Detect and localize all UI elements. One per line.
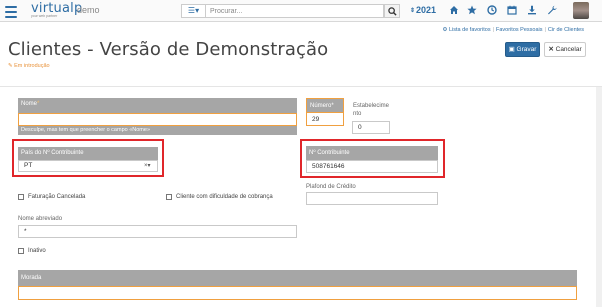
year-selector[interactable]: ⇕2021 — [410, 5, 436, 17]
floppy-disk-icon: ▣ — [508, 46, 515, 53]
cir-clientes-link[interactable]: Cir de Clientes — [548, 27, 584, 33]
name-input[interactable] — [18, 113, 297, 126]
required-mark: * — [37, 101, 40, 107]
chevron-down-icon[interactable]: ▾ — [148, 163, 151, 169]
search-input[interactable] — [205, 4, 384, 18]
country-select-controls: ×▾ — [144, 162, 151, 170]
short-name-label: Nome abreviado — [18, 216, 63, 222]
settings-icon[interactable]: ⚙ — [443, 27, 448, 33]
status-indicator: ✎ Em introdução — [8, 63, 50, 70]
year-value: 2021 — [416, 5, 437, 15]
cancel-label: Cancelar — [555, 46, 582, 53]
favorites-link[interactable]: Lista de favoritos — [449, 27, 491, 33]
edit-icon: ✎ — [8, 63, 13, 69]
star-icon[interactable] — [467, 5, 477, 16]
calendar-icon[interactable] — [507, 5, 517, 16]
billing-cancelled-checkbox[interactable] — [18, 194, 24, 200]
search-button[interactable] — [384, 4, 400, 18]
establishment-label-line1: Estabelecime — [353, 103, 390, 109]
number-input[interactable] — [306, 112, 344, 126]
name-field-header: Nome* — [18, 98, 297, 113]
establishment-label-line2: nto — [353, 111, 362, 117]
billing-cancelled-label[interactable]: Faturação Cancelada — [28, 193, 85, 201]
cancel-button[interactable]: ✕ Cancelar — [544, 42, 586, 57]
download-icon[interactable] — [527, 5, 537, 16]
search-icon — [388, 7, 397, 16]
number-label: Número — [310, 103, 332, 109]
required-mark: * — [331, 103, 334, 109]
status-text: Em introdução — [14, 63, 50, 69]
inactive-label[interactable]: Inativo — [28, 247, 46, 255]
wrench-icon[interactable] — [547, 5, 557, 16]
name-error-message: Desculpe, mas tem que preencher o campo … — [18, 126, 297, 135]
nif-field-header: Nº Contribuinte — [306, 146, 438, 160]
credit-limit-input[interactable] — [306, 192, 438, 205]
country-select[interactable]: PT — [18, 160, 158, 172]
inactive-checkbox[interactable] — [18, 248, 24, 254]
scrollbar[interactable] — [596, 87, 602, 307]
list-icon: ☰▾ — [187, 6, 200, 15]
save-label: Gravar — [516, 46, 537, 53]
sort-arrows-icon: ⇕ — [410, 8, 416, 14]
short-name-input[interactable] — [18, 225, 297, 238]
home-icon[interactable] — [449, 5, 459, 16]
credit-limit-label: Plafond de Crédito — [306, 184, 356, 190]
quick-links: ⚙ Lista de favoritos | Favoritos Pessoais |… — [442, 27, 584, 33]
personal-favorites-link[interactable]: Favoritos Pessoais — [496, 27, 542, 33]
logo-tagline: your web partner — [31, 14, 58, 18]
nif-input[interactable] — [306, 160, 438, 173]
number-field-header: Número* — [306, 98, 344, 112]
name-label: Nome — [21, 101, 38, 107]
search-scope-dropdown[interactable]: ☰▾ — [181, 4, 205, 18]
user-avatar[interactable] — [573, 2, 589, 19]
country-field-header: País do Nº Contribuinte — [18, 147, 158, 160]
environment-label: demo — [77, 5, 100, 15]
page-title: Clientes - Versão de Demonstração — [8, 39, 329, 60]
hamburger-menu-icon[interactable] — [5, 4, 17, 18]
collection-difficulty-label[interactable]: Cliente com dificuldade de cobrança — [176, 193, 273, 201]
top-bar: virtualp your web partner demo ☰▾ ⇕2021 — [0, 0, 602, 22]
close-icon: ✕ — [548, 46, 554, 53]
clock-icon[interactable] — [487, 5, 497, 16]
collection-difficulty-checkbox[interactable] — [166, 194, 172, 200]
save-button[interactable]: ▣ Gravar — [505, 42, 540, 57]
address-field-header: Morada — [18, 270, 577, 286]
address-input[interactable] — [18, 286, 577, 300]
establishment-input[interactable] — [352, 121, 390, 134]
country-value: PT — [24, 162, 33, 169]
